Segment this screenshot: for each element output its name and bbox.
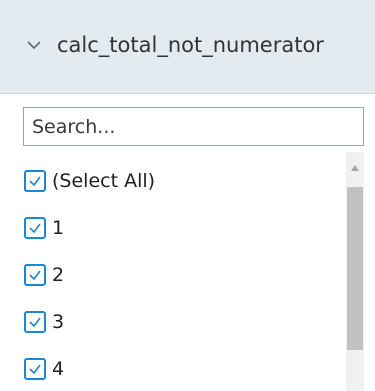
checkbox[interactable] [24, 264, 46, 286]
list-item-label: (Select All) [52, 170, 156, 192]
checkbox[interactable] [24, 358, 46, 380]
checkmark-icon [29, 223, 41, 234]
search-box [23, 107, 364, 146]
search-input[interactable] [24, 108, 363, 145]
checkmark-icon [29, 364, 41, 375]
checkbox[interactable] [24, 170, 46, 192]
checkmark-icon [29, 317, 41, 328]
value-list: (Select All) 1 2 3 4 [0, 152, 340, 391]
scroll-up-arrow-icon[interactable] [350, 164, 360, 172]
list-item[interactable]: 4 [24, 354, 64, 384]
filter-header[interactable]: calc_total_not_numerator [0, 0, 375, 94]
checkmark-icon [29, 176, 41, 187]
list-item[interactable]: 2 [24, 260, 64, 290]
filter-field-name: calc_total_not_numerator [57, 33, 324, 57]
checkmark-icon [29, 270, 41, 281]
chevron-down-icon[interactable] [27, 38, 41, 52]
list-item[interactable]: 1 [24, 213, 64, 243]
filter-panel: calc_total_not_numerator (Select All) 1 … [0, 0, 375, 391]
list-item-label: 4 [52, 358, 65, 380]
list-item-label: 3 [52, 311, 65, 333]
list-item[interactable]: 3 [24, 307, 64, 337]
list-item-label: 1 [52, 217, 65, 239]
list-item-label: 2 [52, 264, 65, 286]
list-item-select-all[interactable]: (Select All) [24, 166, 155, 196]
scrollbar-thumb[interactable] [347, 187, 363, 350]
vertical-scrollbar[interactable] [346, 152, 364, 391]
checkbox[interactable] [24, 311, 46, 333]
checkbox[interactable] [24, 217, 46, 239]
